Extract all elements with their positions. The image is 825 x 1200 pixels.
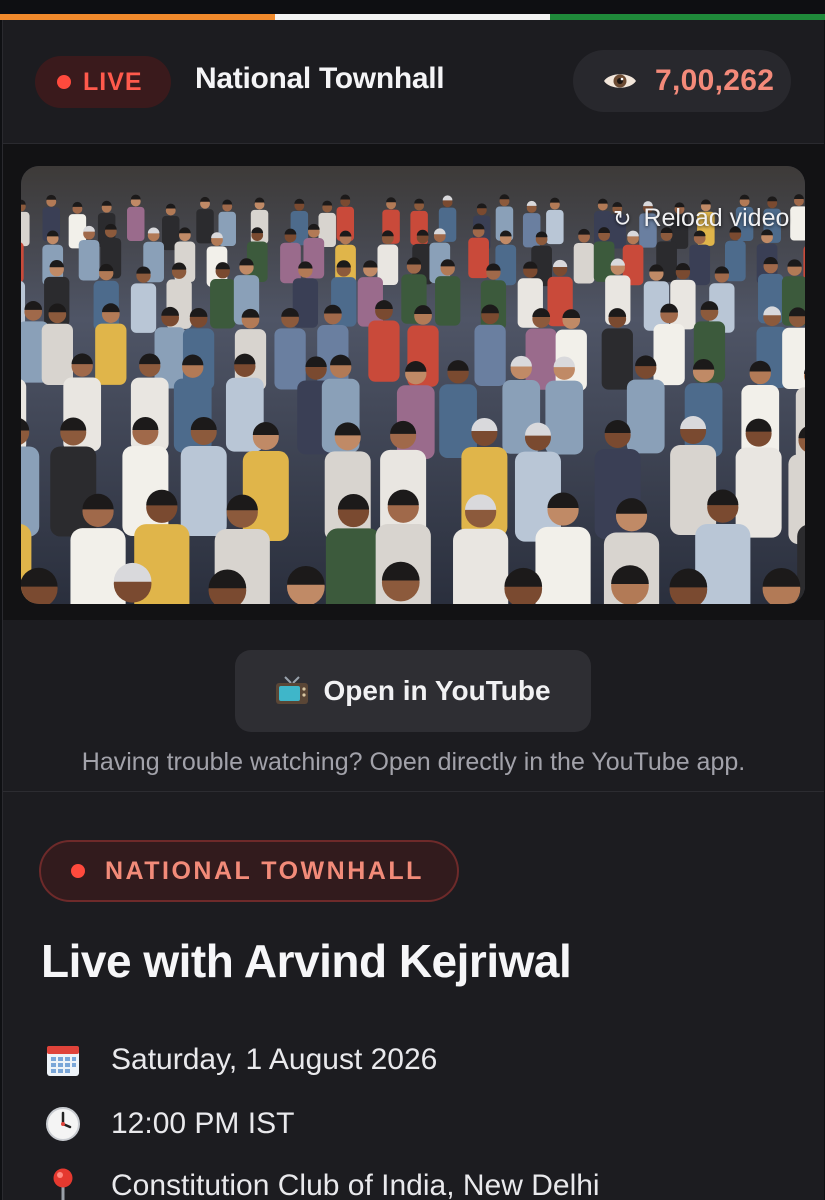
clock-icon — [43, 1104, 83, 1144]
location-pin-icon — [43, 1166, 83, 1200]
event-category-label: NATIONAL TOWNHALL — [105, 856, 424, 885]
eye-icon — [604, 74, 636, 88]
event-date: Saturday, 1 August 2026 — [111, 1043, 438, 1076]
reload-icon: ↻ — [613, 205, 632, 231]
tv-icon — [276, 676, 309, 704]
live-dot-icon — [57, 75, 71, 89]
live-label: LIVE — [83, 67, 143, 96]
calendar-icon — [43, 1040, 83, 1080]
stream-title: National Townhall — [195, 62, 445, 95]
live-badge: LIVE — [35, 56, 171, 108]
event-location: Constitution Club of India, New Delhi — [111, 1169, 600, 1200]
stream-header: LIVE National Townhall 7,00,262 — [3, 20, 824, 144]
event-time-row: 12:00 PM IST — [43, 1104, 294, 1144]
video-player[interactable]: ↻ Reload video — [21, 166, 805, 604]
event-date-row: Saturday, 1 August 2026 — [43, 1040, 437, 1080]
reload-video-button[interactable]: ↻ Reload video — [613, 204, 789, 233]
event-title: Live with Arvind Kejriwal — [41, 935, 572, 987]
youtube-help-text: Having trouble watching? Open directly i… — [81, 748, 746, 776]
open-in-youtube-label: Open in YouTube — [323, 675, 551, 706]
viewer-count-badge: 7,00,262 — [573, 50, 791, 112]
live-stream-card: LIVE National Townhall 7,00,262 ↻ Reload… — [2, 20, 824, 1200]
open-in-youtube-button[interactable]: Open in YouTube — [235, 650, 591, 732]
event-details: NATIONAL TOWNHALL Live with Arvind Kejri… — [3, 792, 824, 1200]
top-strip — [0, 0, 825, 22]
tag-dot-icon — [71, 864, 85, 878]
event-location-row: Constitution Club of India, New Delhi — [43, 1166, 600, 1200]
youtube-section: Open in YouTube Having trouble watching?… — [3, 620, 824, 792]
reload-video-label: Reload video — [643, 204, 790, 232]
viewer-count: 7,00,262 — [655, 64, 775, 97]
event-time: 12:00 PM IST — [111, 1107, 295, 1140]
event-category-tag: NATIONAL TOWNHALL — [39, 840, 459, 902]
video-section: ↻ Reload video — [3, 144, 824, 620]
